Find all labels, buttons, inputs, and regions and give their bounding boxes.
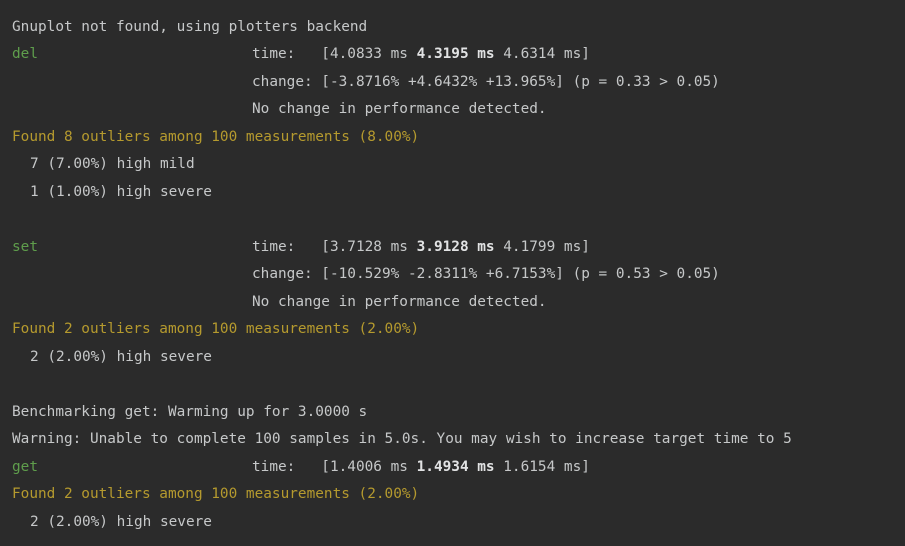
get-severe-line: 2 (2.00%) high severe (30, 514, 212, 530)
bench-name-del: del (12, 46, 38, 62)
del-mild-line: 7 (7.00%) high mild (30, 156, 195, 172)
get-time-line: time: [1.4006 ms 1.4934 ms 1.6154 ms] (252, 457, 590, 477)
time-high: 1.6154 ms] (494, 459, 590, 475)
time-estimate: 4.3195 ms (416, 46, 495, 62)
del-outliers-line: Found 8 outliers among 100 measurements … (12, 129, 420, 145)
set-nochange-line: No change in performance detected. (252, 294, 547, 310)
bench-name-get: get (12, 459, 38, 475)
time-estimate: 1.4934 ms (416, 459, 495, 475)
terminal-output[interactable]: Gnuplot not found, using plotters backen… (0, 0, 905, 546)
time-label: time: [ (252, 239, 330, 255)
set-severe-line: 2 (2.00%) high severe (30, 349, 212, 365)
time-estimate: 3.9128 ms (416, 239, 495, 255)
set-outliers-line: Found 2 outliers among 100 measurements … (12, 321, 420, 337)
time-low: 4.0833 ms (329, 46, 417, 62)
warning-line: Warning: Unable to complete 100 samples … (12, 431, 792, 447)
del-severe-line: 1 (1.00%) high severe (30, 184, 212, 200)
del-time-line: time: [4.0833 ms 4.3195 ms 4.6314 ms] (252, 44, 590, 64)
set-time-line: time: [3.7128 ms 3.9128 ms 4.1799 ms] (252, 237, 590, 257)
get-outliers-line: Found 2 outliers among 100 measurements … (12, 486, 420, 502)
gnuplot-line: Gnuplot not found, using plotters backen… (12, 19, 368, 35)
time-label: time: [ (252, 459, 330, 475)
bench-get-line: Benchmarking get: Warming up for 3.0000 … (12, 404, 368, 420)
del-change-line: change: [-3.8716% +4.6432% +13.965%] (p … (252, 74, 720, 90)
set-change-line: change: [-10.529% -2.8311% +6.7153%] (p … (252, 266, 720, 282)
time-high: 4.6314 ms] (494, 46, 590, 62)
time-low: 3.7128 ms (329, 239, 417, 255)
time-low: 1.4006 ms (329, 459, 417, 475)
del-nochange-line: No change in performance detected. (252, 101, 547, 117)
time-label: time: [ (252, 46, 330, 62)
time-high: 4.1799 ms] (494, 239, 590, 255)
bench-name-set: set (12, 239, 38, 255)
